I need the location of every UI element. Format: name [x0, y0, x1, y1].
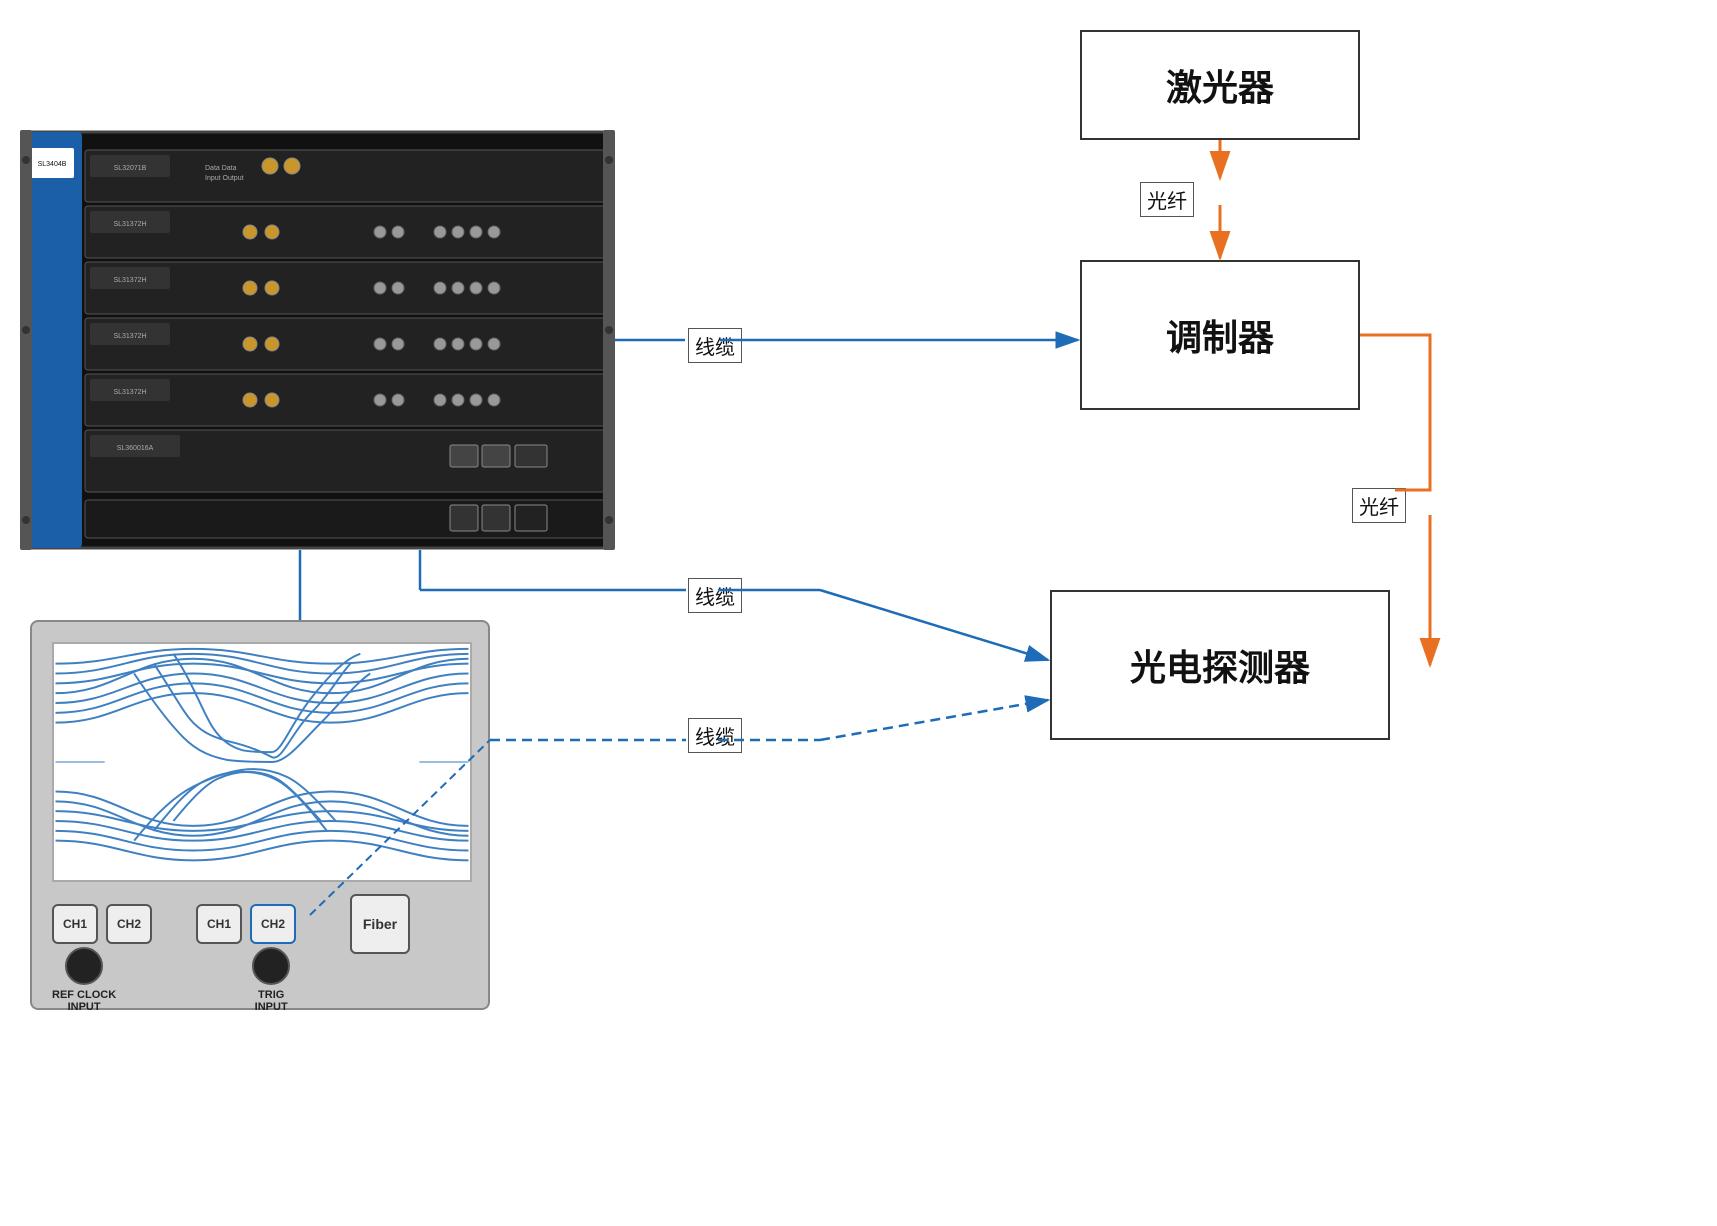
scope-controls-row2: REF CLOCK INPUT TRIG INPUT	[52, 947, 472, 1013]
laser-label: 激光器	[1166, 59, 1274, 111]
cable3-to-detector-dashed	[820, 700, 1048, 740]
ch1-knob-right[interactable]: CH1	[196, 904, 242, 944]
ch-group-left: CH1 CH2	[52, 904, 152, 944]
svg-text:Input Output: Input Output	[205, 175, 244, 182]
trig-input-group: TRIG INPUT	[252, 947, 290, 1013]
cable1-label: 线缆	[688, 328, 742, 363]
cable3-label: 线缆	[688, 718, 742, 753]
svg-text:SL360016A: SL360016A	[117, 445, 154, 452]
svg-text:SL31372H: SL31372H	[113, 333, 146, 340]
modulator-to-fiber2-path	[1360, 335, 1430, 490]
fiber-ctrl-group: Fiber	[350, 894, 410, 954]
cable2-label: 线缆	[688, 578, 742, 613]
ch-group-right: CH1 CH2	[196, 904, 296, 944]
ch1-knob-left[interactable]: CH1	[52, 904, 98, 944]
fiber2-label: 光纤	[1352, 488, 1406, 523]
scope-controls-row1: CH1 CH2 CH1 CH2 Fiber	[52, 894, 472, 954]
fiber-box[interactable]: Fiber	[350, 894, 410, 954]
modulator-box: 调制器	[1080, 260, 1360, 410]
laser-box: 激光器	[1080, 30, 1360, 140]
rack-unit: SL3404B SL32071B Data Data Input Output …	[20, 130, 615, 550]
oscilloscope-panel: CH1 CH2 CH1 CH2 Fiber	[30, 620, 490, 1010]
svg-text:SL31372H: SL31372H	[113, 389, 146, 396]
ch2-knob-right[interactable]: CH2	[250, 904, 296, 944]
ref-clock-group: REF CLOCK INPUT	[52, 947, 116, 1013]
modulator-label: 调制器	[1166, 309, 1274, 361]
detector-label: 光电探测器	[1130, 639, 1310, 691]
svg-text:Data Data: Data Data	[205, 165, 237, 172]
ref-clock-knob[interactable]	[65, 947, 103, 985]
cable2-to-detector-line	[820, 590, 1048, 660]
detector-box: 光电探测器	[1050, 590, 1390, 740]
svg-text:SL3404B: SL3404B	[38, 161, 67, 168]
svg-text:SL31372H: SL31372H	[113, 277, 146, 284]
scope-screen	[52, 642, 472, 882]
svg-text:SL31372H: SL31372H	[113, 221, 146, 228]
fiber1-label: 光纤	[1140, 182, 1194, 217]
trig-label: TRIG INPUT	[255, 989, 288, 1013]
trig-knob[interactable]	[252, 947, 290, 985]
svg-text:SL32071B: SL32071B	[114, 165, 147, 172]
ch2-knob-left[interactable]: CH2	[106, 904, 152, 944]
ref-clock-label: REF CLOCK INPUT	[52, 989, 116, 1013]
